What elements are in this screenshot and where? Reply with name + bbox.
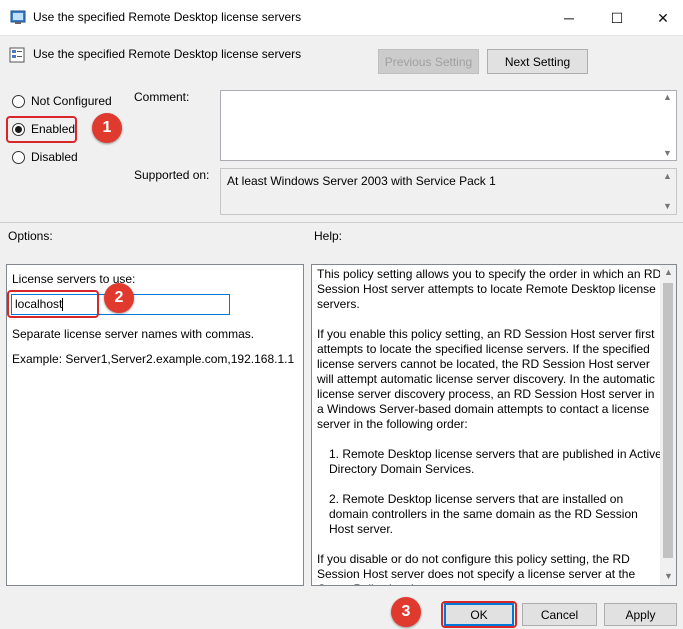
help-paragraph-3: 1. Remote Desktop license servers that a… <box>329 447 662 476</box>
example-text: Example: Server1,Server2.example.com,192… <box>12 352 295 366</box>
radio-enabled-label: Enabled <box>31 122 76 136</box>
help-paragraph-1: This policy setting allows you to specif… <box>317 267 662 311</box>
help-paragraph-4: 2. Remote Desktop license servers that a… <box>329 492 638 536</box>
apply-button[interactable]: Apply <box>604 603 677 626</box>
comment-field[interactable] <box>220 90 677 161</box>
close-icon: ✕ <box>657 9 669 26</box>
help-scroll-thumb[interactable] <box>663 283 673 558</box>
radio-not-configured-label: Not Configured <box>31 94 112 108</box>
section-divider <box>0 222 683 223</box>
help-scrollbar[interactable]: ▲ ▼ <box>660 265 676 585</box>
close-button[interactable]: ✕ <box>640 0 683 36</box>
cancel-button[interactable]: Cancel <box>522 603 597 626</box>
next-setting-button[interactable]: Next Setting <box>487 49 588 74</box>
maximize-icon: ☐ <box>610 9 624 26</box>
supported-on-field: At least Windows Server 2003 with Servic… <box>220 168 677 215</box>
comment-scroll-up-icon[interactable]: ▲ <box>663 92 681 102</box>
help-label: Help: <box>314 229 343 243</box>
window-title: Use the specified Remote Desktop license… <box>33 10 302 24</box>
comment-label: Comment: <box>134 90 190 104</box>
policy-window-icon <box>10 10 26 24</box>
supported-scroll-down-icon[interactable]: ▼ <box>663 201 681 211</box>
minimize-icon: ─ <box>564 10 574 26</box>
policy-name: Use the specified Remote Desktop license… <box>33 47 302 61</box>
comment-scroll-down-icon[interactable]: ▼ <box>663 148 681 158</box>
help-paragraph-5: If you disable or do not configure this … <box>317 552 636 585</box>
separator-hint: Separate license server names with comma… <box>12 327 255 341</box>
help-scroll-down-icon[interactable]: ▼ <box>664 571 673 581</box>
radio-disabled[interactable]: Disabled <box>12 150 78 164</box>
supported-on-label: Supported on: <box>134 168 210 182</box>
supported-on-value: At least Windows Server 2003 with Servic… <box>227 174 496 188</box>
maximize-button[interactable]: ☐ <box>594 0 640 36</box>
previous-setting-button[interactable]: Previous Setting <box>378 49 479 74</box>
supported-scroll-up-icon[interactable]: ▲ <box>663 171 681 181</box>
options-label: Options: <box>8 229 53 243</box>
callout-3: 3 <box>391 597 421 627</box>
radio-enabled-circle <box>12 122 25 136</box>
policy-setting-icon <box>9 47 25 63</box>
radio-enabled[interactable]: Enabled <box>12 122 75 136</box>
callout-2: 2 <box>104 283 134 313</box>
radio-not-configured[interactable]: Not Configured <box>12 94 112 108</box>
ok-button[interactable]: OK <box>444 603 514 626</box>
radio-disabled-label: Disabled <box>31 150 78 164</box>
help-panel: This policy setting allows you to specif… <box>311 264 677 586</box>
minimize-button[interactable]: ─ <box>546 0 592 36</box>
radio-not-configured-circle <box>12 94 25 108</box>
radio-disabled-circle <box>12 150 25 164</box>
help-paragraph-2: If you enable this policy setting, an RD… <box>317 327 655 431</box>
input-highlight-box <box>7 290 99 318</box>
callout-1: 1 <box>92 113 122 143</box>
title-bar: Use the specified Remote Desktop license… <box>0 0 683 36</box>
help-scroll-up-icon[interactable]: ▲ <box>664 267 673 277</box>
